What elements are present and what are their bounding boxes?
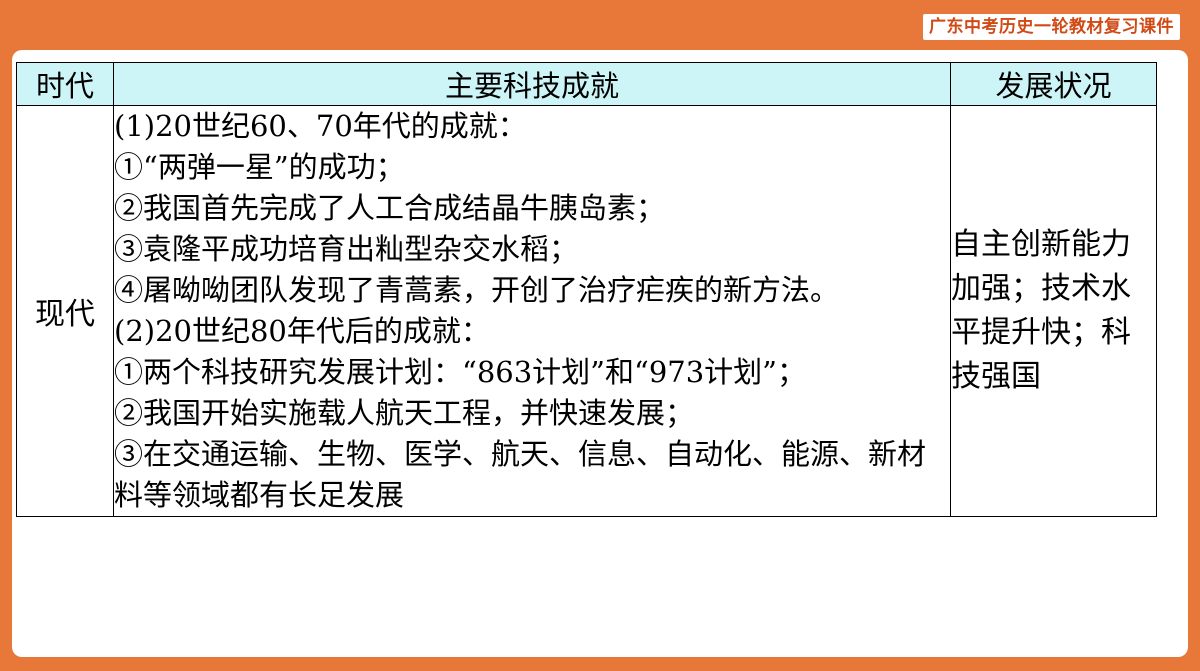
- achievement-line: ③袁隆平成功培育出籼型杂交水稻；: [114, 232, 579, 266]
- achievement-line: ②我国开始实施载人航天工程，并快速发展；: [114, 396, 695, 430]
- achievement-line: ④屠呦呦团队发现了青蒿素，开创了治疗疟疾的新方法。: [114, 273, 840, 307]
- achievement-line: ①两个科技研究发展计划：“863计划”和“973计划”；: [114, 355, 807, 389]
- achievement-line: (1)20世纪60、70年代的成就：: [114, 109, 527, 143]
- achievement-line: ①“两弹一星”的成功；: [114, 150, 405, 184]
- header-achievements: 主要科技成就: [113, 62, 951, 106]
- header-status: 发展状况: [950, 62, 1157, 106]
- table-row: 现代 (1)20世纪60、70年代的成就： ①“两弹一星”的成功； ②我国首先完…: [16, 105, 1157, 517]
- achievement-line: ②我国首先完成了人工合成结晶牛胰岛素；: [114, 191, 666, 225]
- status-cell: 自主创新能力加强；技术水平提升快；科技强国: [950, 105, 1157, 517]
- era-cell: 现代: [16, 105, 114, 517]
- course-title: 广东中考历史一轮教材复习课件: [923, 14, 1180, 40]
- achievement-line: ③在交通运输、生物、医学、航天、信息、自动化、能源、新材料等领域都有长足发展: [114, 437, 927, 512]
- header-era: 时代: [16, 62, 114, 106]
- achievements-table: 时代 主要科技成就 发展状况 现代 (1)20世纪60、70年代的成就： ①“两…: [16, 62, 1157, 517]
- table-header-row: 时代 主要科技成就 发展状况: [16, 62, 1157, 106]
- achievement-line: (2)20世纪80年代后的成就：: [114, 314, 490, 348]
- achievements-cell: (1)20世纪60、70年代的成就： ①“两弹一星”的成功； ②我国首先完成了人…: [113, 105, 951, 517]
